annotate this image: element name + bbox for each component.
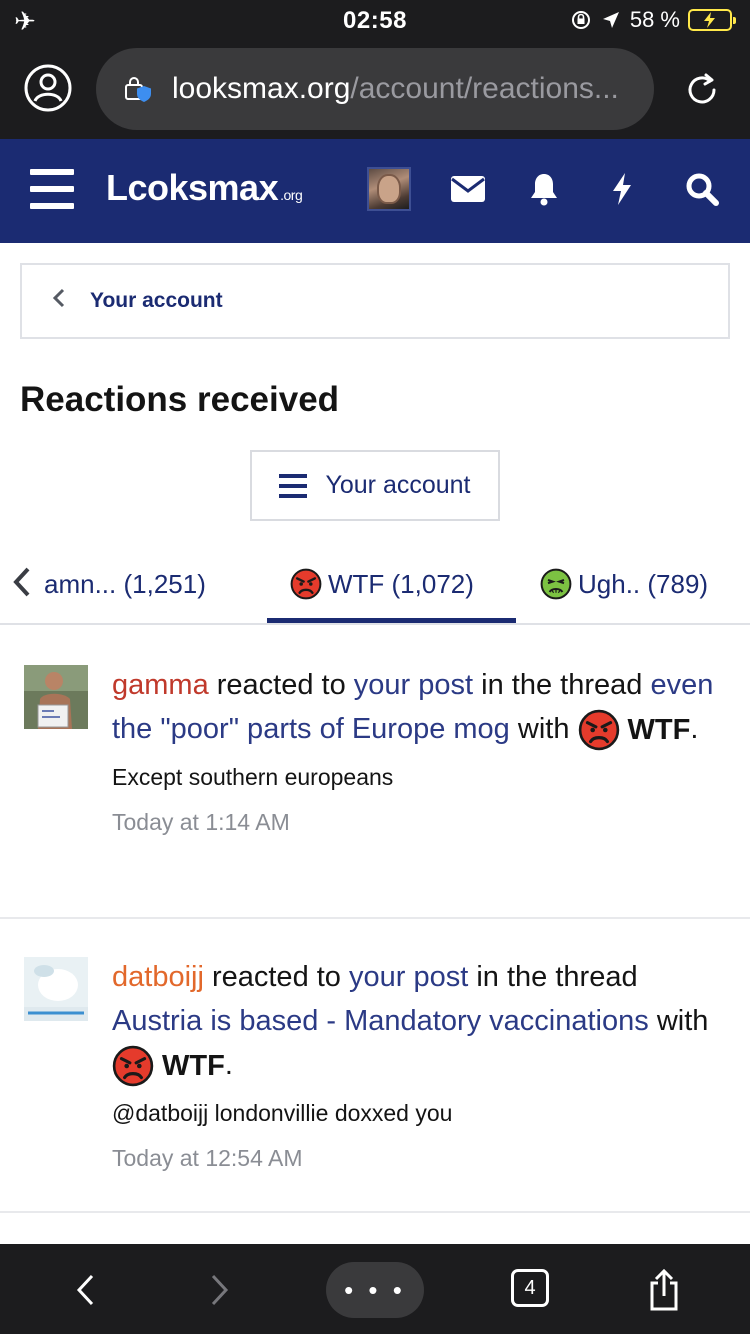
back-link-label: Your account	[90, 289, 223, 312]
reaction-badge: WTF	[112, 1044, 225, 1088]
envelope-icon[interactable]	[448, 169, 488, 209]
back-icon[interactable]	[70, 1270, 100, 1310]
search-icon[interactable]	[682, 169, 722, 209]
logo-suffix: .org	[280, 187, 303, 203]
thread-link[interactable]: Austria is based - Mandatory vaccination…	[112, 1005, 649, 1037]
back-to-account-link[interactable]: Your account	[20, 263, 730, 339]
reload-icon[interactable]	[680, 68, 724, 112]
url-text: looksmax.org/account/reactions...	[172, 72, 632, 106]
alert-text-with: with	[509, 713, 578, 745]
chevron-left-icon	[52, 287, 72, 315]
share-icon[interactable]	[644, 1268, 684, 1312]
list-item: datboijj reacted to your post in the thr…	[0, 919, 750, 1213]
alert-text-with: with	[648, 1005, 709, 1037]
sick-emoji-icon	[540, 568, 572, 600]
more-menu-button[interactable]: • • •	[326, 1262, 424, 1318]
alert-text-in-thread: in the thread	[473, 669, 651, 701]
account-menu-label: Your account	[325, 471, 471, 499]
page-title: Reactions received	[20, 380, 340, 419]
tab-ugh-label: Ugh.. (789)	[578, 568, 709, 599]
alert-text-reacted: reacted to	[208, 669, 354, 701]
angry-emoji-icon	[578, 710, 619, 751]
browser-toolbar: • • • 4	[0, 1244, 750, 1334]
alert-snippet: @datboijj londonvillie doxxed you	[112, 1100, 453, 1127]
tab-damn[interactable]: amn... (1,251)	[44, 564, 206, 604]
reaction-label: WTF	[627, 714, 691, 747]
alert-text-reacted: reacted to	[203, 961, 349, 993]
browser-chrome: ✈ 02:58 58 % looksmax.org/account/reacti…	[0, 0, 750, 139]
tab-ugh[interactable]: Ugh.. (789)	[540, 564, 708, 604]
angry-emoji-icon	[290, 568, 322, 600]
user-link[interactable]: gamma	[112, 669, 209, 701]
account-menu-button[interactable]: Your account	[250, 450, 500, 521]
status-bar: ✈ 02:58 58 %	[0, 0, 750, 44]
angry-emoji-icon	[112, 1046, 154, 1087]
bolt-icon[interactable]	[602, 169, 642, 209]
alert-time: Today at 1:14 AM	[112, 809, 290, 836]
list-continuation	[0, 1213, 750, 1244]
user-link[interactable]: datboijj	[112, 961, 204, 993]
battery-percent: 58 %	[629, 7, 680, 32]
alert-body: datboijj reacted to your post in the thr…	[112, 955, 732, 1172]
hamburger-icon[interactable]	[30, 169, 74, 209]
alert-text-in-thread: in the thread	[468, 961, 638, 993]
alert-time: Today at 12:54 AM	[112, 1145, 303, 1172]
address-bar[interactable]: looksmax.org/account/reactions...	[96, 48, 654, 130]
tabs-prev-arrow[interactable]	[8, 564, 36, 600]
alert-body: gamma reacted to your post in the thread…	[112, 663, 732, 836]
reaction-label: WTF	[162, 1050, 225, 1083]
tab-wtf-label: WTF (1,072)	[328, 568, 474, 599]
battery-charging-icon	[688, 9, 736, 31]
avatar[interactable]	[24, 957, 88, 1021]
alert-period: .	[690, 713, 699, 745]
lock-shield-icon	[122, 73, 154, 105]
avatar[interactable]	[367, 167, 411, 211]
tab-switcher-button[interactable]: 4	[511, 1269, 549, 1307]
site-logo[interactable]: Lcoksmax .org	[106, 167, 303, 209]
site-header: Lcoksmax .org	[0, 139, 750, 243]
post-link[interactable]: your post	[354, 669, 473, 701]
tab-damn-label: amn... (1,251)	[44, 568, 206, 599]
tab-wtf[interactable]: WTF (1,072)	[290, 564, 474, 604]
forward-icon[interactable]	[205, 1270, 235, 1310]
alert-text: gamma reacted to your post in the thread…	[112, 663, 732, 752]
reaction-tabs: amn... (1,251) WTF (1,072) Ugh.. (789)	[0, 548, 750, 625]
profile-icon[interactable]	[22, 62, 74, 114]
logo-text: Lcoksmax	[106, 167, 279, 208]
post-link[interactable]: your post	[349, 961, 468, 993]
location-arrow-icon	[600, 9, 622, 31]
url-host: looksmax.org	[172, 72, 351, 105]
url-path: /account/reactions...	[350, 72, 619, 105]
alert-period: .	[224, 1049, 233, 1081]
menu-icon	[279, 473, 308, 498]
url-row: looksmax.org/account/reactions...	[0, 48, 750, 132]
bell-icon[interactable]	[524, 169, 564, 209]
reaction-badge: WTF	[578, 708, 691, 752]
orientation-lock-icon	[570, 9, 592, 31]
status-right: 58 %	[570, 7, 736, 33]
avatar[interactable]	[24, 665, 88, 729]
active-tab-indicator	[267, 618, 516, 623]
alert-text: datboijj reacted to your post in the thr…	[112, 955, 732, 1088]
list-item: gamma reacted to your post in the thread…	[0, 627, 750, 919]
alert-snippet: Except southern europeans	[112, 764, 394, 791]
